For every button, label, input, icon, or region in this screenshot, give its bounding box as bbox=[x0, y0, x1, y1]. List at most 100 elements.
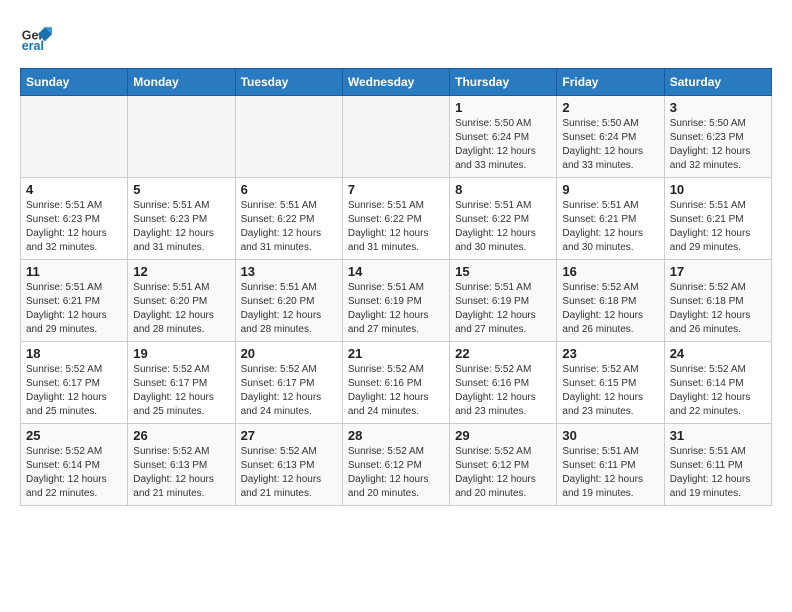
page-header: Gen eral bbox=[20, 20, 772, 52]
day-number: 21 bbox=[348, 346, 444, 361]
calendar-cell bbox=[235, 96, 342, 178]
day-info: Sunrise: 5:52 AM Sunset: 6:14 PM Dayligh… bbox=[26, 445, 122, 501]
calendar-cell: 4Sunrise: 5:51 AM Sunset: 6:23 PM Daylig… bbox=[21, 178, 128, 260]
calendar-cell: 8 Sunrise: 5:51 AM Sunset: 6:22 PM Daylig… bbox=[450, 178, 557, 260]
calendar-cell: 26Sunrise: 5:52 AM Sunset: 6:13 PM Dayli… bbox=[128, 424, 235, 506]
day-info: Sunrise: 5:51 AM Sunset: 6:20 PM Dayligh… bbox=[241, 281, 337, 337]
calendar-cell: 7 Sunrise: 5:51 AM Sunset: 6:22 PM Daylig… bbox=[342, 178, 449, 260]
calendar-cell: 6 Sunrise: 5:51 AM Sunset: 6:22 PM Daylig… bbox=[235, 178, 342, 260]
svg-text:eral: eral bbox=[22, 39, 44, 52]
calendar-cell: 30 Sunrise: 5:51 AM Sunset: 6:11 PM Dayli… bbox=[557, 424, 664, 506]
day-info: Sunrise: 5:51 AM Sunset: 6:21 PM Dayligh… bbox=[670, 199, 766, 255]
day-info: Sunrise: 5:52 AM Sunset: 6:13 PM Dayligh… bbox=[241, 445, 337, 501]
logo: Gen eral bbox=[20, 20, 56, 52]
day-info: Sunrise: 5:52 AM Sunset: 6:15 PM Dayligh… bbox=[562, 363, 658, 419]
day-info: Sunrise: 5:52 AM Sunset: 6:18 PM Dayligh… bbox=[670, 281, 766, 337]
weekday-header-monday: Monday bbox=[128, 69, 235, 96]
calendar-cell: 14 Sunrise: 5:51 AM Sunset: 6:19 PM Dayli… bbox=[342, 260, 449, 342]
calendar-cell: 3 Sunrise: 5:50 AM Sunset: 6:23 PM Daylig… bbox=[664, 96, 771, 178]
day-info: Sunrise: 5:51 AM Sunset: 6:21 PM Dayligh… bbox=[26, 281, 122, 337]
weekday-header-thursday: Thursday bbox=[450, 69, 557, 96]
day-info: Sunrise: 5:52 AM Sunset: 6:12 PM Dayligh… bbox=[455, 445, 551, 501]
day-info: Sunrise: 5:52 AM Sunset: 6:16 PM Dayligh… bbox=[455, 363, 551, 419]
day-info: Sunrise: 5:51 AM Sunset: 6:22 PM Dayligh… bbox=[348, 199, 444, 255]
day-number: 5 bbox=[133, 182, 229, 197]
day-number: 19 bbox=[133, 346, 229, 361]
day-number: 6 bbox=[241, 182, 337, 197]
day-info: Sunrise: 5:51 AM Sunset: 6:22 PM Dayligh… bbox=[241, 199, 337, 255]
calendar-cell: 20 Sunrise: 5:52 AM Sunset: 6:17 PM Dayli… bbox=[235, 342, 342, 424]
day-number: 11 bbox=[26, 264, 122, 279]
day-info: Sunrise: 5:51 AM Sunset: 6:23 PM Dayligh… bbox=[133, 199, 229, 255]
day-number: 16 bbox=[562, 264, 658, 279]
day-info: Sunrise: 5:50 AM Sunset: 6:24 PM Dayligh… bbox=[562, 117, 658, 173]
day-info: Sunrise: 5:51 AM Sunset: 6:22 PM Dayligh… bbox=[455, 199, 551, 255]
calendar-week-row: 25 Sunrise: 5:52 AM Sunset: 6:14 PM Dayli… bbox=[21, 424, 772, 506]
calendar-cell: 31 Sunrise: 5:51 AM Sunset: 6:11 PM Dayli… bbox=[664, 424, 771, 506]
day-number: 1 bbox=[455, 100, 551, 115]
day-number: 9 bbox=[562, 182, 658, 197]
day-number: 22 bbox=[455, 346, 551, 361]
day-info: Sunrise: 5:52 AM Sunset: 6:16 PM Dayligh… bbox=[348, 363, 444, 419]
calendar-cell bbox=[21, 96, 128, 178]
calendar-cell: 28 Sunrise: 5:52 AM Sunset: 6:12 PM Dayli… bbox=[342, 424, 449, 506]
weekday-header-tuesday: Tuesday bbox=[235, 69, 342, 96]
calendar-cell bbox=[342, 96, 449, 178]
day-number: 31 bbox=[670, 428, 766, 443]
calendar-week-row: 1 Sunrise: 5:50 AM Sunset: 6:24 PM Daylig… bbox=[21, 96, 772, 178]
calendar-cell: 21 Sunrise: 5:52 AM Sunset: 6:16 PM Dayli… bbox=[342, 342, 449, 424]
day-info: Sunrise: 5:51 AM Sunset: 6:20 PM Dayligh… bbox=[133, 281, 229, 337]
day-number: 4 bbox=[26, 182, 122, 197]
calendar-cell bbox=[128, 96, 235, 178]
calendar-cell: 16 Sunrise: 5:52 AM Sunset: 6:18 PM Dayli… bbox=[557, 260, 664, 342]
day-info: Sunrise: 5:51 AM Sunset: 6:19 PM Dayligh… bbox=[348, 281, 444, 337]
calendar-cell: 22 Sunrise: 5:52 AM Sunset: 6:16 PM Dayli… bbox=[450, 342, 557, 424]
weekday-header-sunday: Sunday bbox=[21, 69, 128, 96]
calendar-cell: 13 Sunrise: 5:51 AM Sunset: 6:20 PM Dayli… bbox=[235, 260, 342, 342]
calendar-cell: 18Sunrise: 5:52 AM Sunset: 6:17 PM Dayli… bbox=[21, 342, 128, 424]
calendar-cell: 15 Sunrise: 5:51 AM Sunset: 6:19 PM Dayli… bbox=[450, 260, 557, 342]
day-number: 15 bbox=[455, 264, 551, 279]
day-number: 2 bbox=[562, 100, 658, 115]
calendar-cell: 5 Sunrise: 5:51 AM Sunset: 6:23 PM Daylig… bbox=[128, 178, 235, 260]
day-info: Sunrise: 5:50 AM Sunset: 6:24 PM Dayligh… bbox=[455, 117, 551, 173]
day-number: 24 bbox=[670, 346, 766, 361]
calendar-week-row: 18 Sunrise: 5:52 AM Sunset: 6:17 PM Dayli… bbox=[21, 342, 772, 424]
day-info: Sunrise: 5:50 AM Sunset: 6:23 PM Dayligh… bbox=[670, 117, 766, 173]
day-number: 25 bbox=[26, 428, 122, 443]
calendar-cell: 10Sunrise: 5:51 AM Sunset: 6:21 PM Dayli… bbox=[664, 178, 771, 260]
weekday-header-friday: Friday bbox=[557, 69, 664, 96]
day-info: Sunrise: 5:51 AM Sunset: 6:11 PM Dayligh… bbox=[562, 445, 658, 501]
weekday-header-row: SundayMondayTuesdayWednesdayThursdayFrid… bbox=[21, 69, 772, 96]
calendar-cell: 1 Sunrise: 5:50 AM Sunset: 6:24 PM Daylig… bbox=[450, 96, 557, 178]
weekday-header-wednesday: Wednesday bbox=[342, 69, 449, 96]
day-number: 28 bbox=[348, 428, 444, 443]
day-number: 3 bbox=[670, 100, 766, 115]
day-number: 7 bbox=[348, 182, 444, 197]
day-number: 30 bbox=[562, 428, 658, 443]
day-info: Sunrise: 5:51 AM Sunset: 6:11 PM Dayligh… bbox=[670, 445, 766, 501]
day-info: Sunrise: 5:52 AM Sunset: 6:18 PM Dayligh… bbox=[562, 281, 658, 337]
day-number: 17 bbox=[670, 264, 766, 279]
day-number: 14 bbox=[348, 264, 444, 279]
calendar-cell: 29 Sunrise: 5:52 AM Sunset: 6:12 PM Dayli… bbox=[450, 424, 557, 506]
day-info: Sunrise: 5:51 AM Sunset: 6:19 PM Dayligh… bbox=[455, 281, 551, 337]
day-number: 13 bbox=[241, 264, 337, 279]
calendar-week-row: 11 Sunrise: 5:51 AM Sunset: 6:21 PM Dayli… bbox=[21, 260, 772, 342]
weekday-header-saturday: Saturday bbox=[664, 69, 771, 96]
day-number: 20 bbox=[241, 346, 337, 361]
logo-icon: Gen eral bbox=[20, 20, 52, 52]
day-info: Sunrise: 5:52 AM Sunset: 6:17 PM Dayligh… bbox=[241, 363, 337, 419]
day-number: 29 bbox=[455, 428, 551, 443]
day-info: Sunrise: 5:52 AM Sunset: 6:17 PM Dayligh… bbox=[133, 363, 229, 419]
calendar-cell: 23Sunrise: 5:52 AM Sunset: 6:15 PM Dayli… bbox=[557, 342, 664, 424]
day-number: 27 bbox=[241, 428, 337, 443]
day-info: Sunrise: 5:51 AM Sunset: 6:21 PM Dayligh… bbox=[562, 199, 658, 255]
calendar-cell: 2 Sunrise: 5:50 AM Sunset: 6:24 PM Daylig… bbox=[557, 96, 664, 178]
calendar-week-row: 4 Sunrise: 5:51 AM Sunset: 6:23 PM Daylig… bbox=[21, 178, 772, 260]
day-number: 18 bbox=[26, 346, 122, 361]
calendar-cell: 24 Sunrise: 5:52 AM Sunset: 6:14 PM Dayli… bbox=[664, 342, 771, 424]
day-number: 8 bbox=[455, 182, 551, 197]
day-info: Sunrise: 5:52 AM Sunset: 6:12 PM Dayligh… bbox=[348, 445, 444, 501]
day-info: Sunrise: 5:52 AM Sunset: 6:14 PM Dayligh… bbox=[670, 363, 766, 419]
